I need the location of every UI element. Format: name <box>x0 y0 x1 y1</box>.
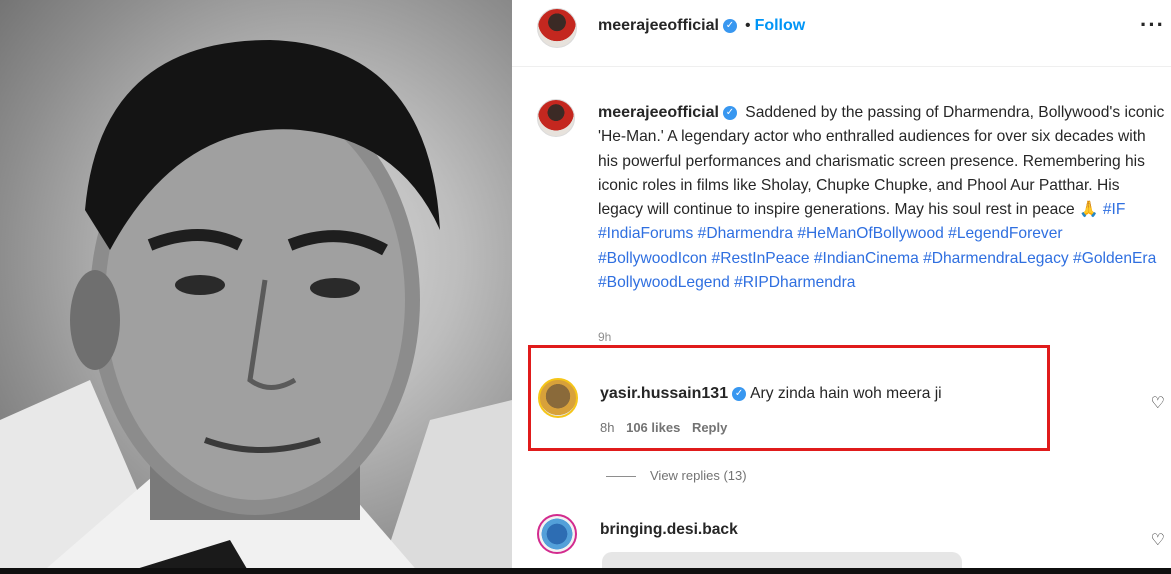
follow-button[interactable]: Follow <box>755 17 806 34</box>
separator-dot: • <box>744 17 751 34</box>
commenter-avatar[interactable] <box>538 378 578 418</box>
comment-text: Ary zinda hain woh meera ji <box>750 385 942 402</box>
post-image <box>0 0 512 574</box>
post-timestamp: 9h <box>598 330 612 344</box>
author-username[interactable]: meerajeeofficial <box>598 17 719 34</box>
comment-meta: 8h 106 likes Reply <box>600 420 735 435</box>
verified-badge-icon: ✓ <box>722 18 737 33</box>
heart-icon[interactable]: ♡ <box>1151 393 1165 413</box>
post-caption: meerajeeofficial ✓ Saddened by the passin… <box>598 101 1168 295</box>
verified-badge-icon: ✓ <box>732 386 747 401</box>
post-header: meerajeeofficial ✓ • Follow ··· <box>512 0 1171 67</box>
caption-author-avatar[interactable] <box>537 99 575 137</box>
commenter-username[interactable]: bringing.desi.back <box>600 521 738 539</box>
author-avatar[interactable] <box>537 8 577 48</box>
caption-text: Saddened by the passing of Dharmendra, B… <box>598 104 1165 219</box>
header-meta: meerajeeofficial ✓ • Follow <box>598 17 805 35</box>
comment-body: yasir.hussain131 ✓ Ary zinda hain woh meer… <box>600 385 942 403</box>
portrait-illustration <box>0 40 512 574</box>
view-replies-button[interactable]: View replies (13) <box>606 468 747 483</box>
comment-likes[interactable]: 106 likes <box>626 420 680 435</box>
comment-time: 8h <box>600 420 615 435</box>
caption-username[interactable]: meerajeeofficial <box>598 104 719 121</box>
post-details-panel: meerajeeofficial ✓ • Follow ··· meerajeeoff… <box>512 0 1171 574</box>
commenter-username[interactable]: yasir.hussain131 <box>600 385 728 402</box>
more-options-icon[interactable]: ··· <box>1140 12 1165 38</box>
verified-badge-icon: ✓ <box>722 105 737 120</box>
view-replies-label: View replies (13) <box>650 468 747 483</box>
reply-button[interactable]: Reply <box>692 420 727 435</box>
commenter-avatar[interactable] <box>537 514 577 554</box>
bottom-bar <box>0 568 1171 574</box>
divider-line <box>606 476 636 478</box>
heart-icon[interactable]: ♡ <box>1151 530 1165 550</box>
